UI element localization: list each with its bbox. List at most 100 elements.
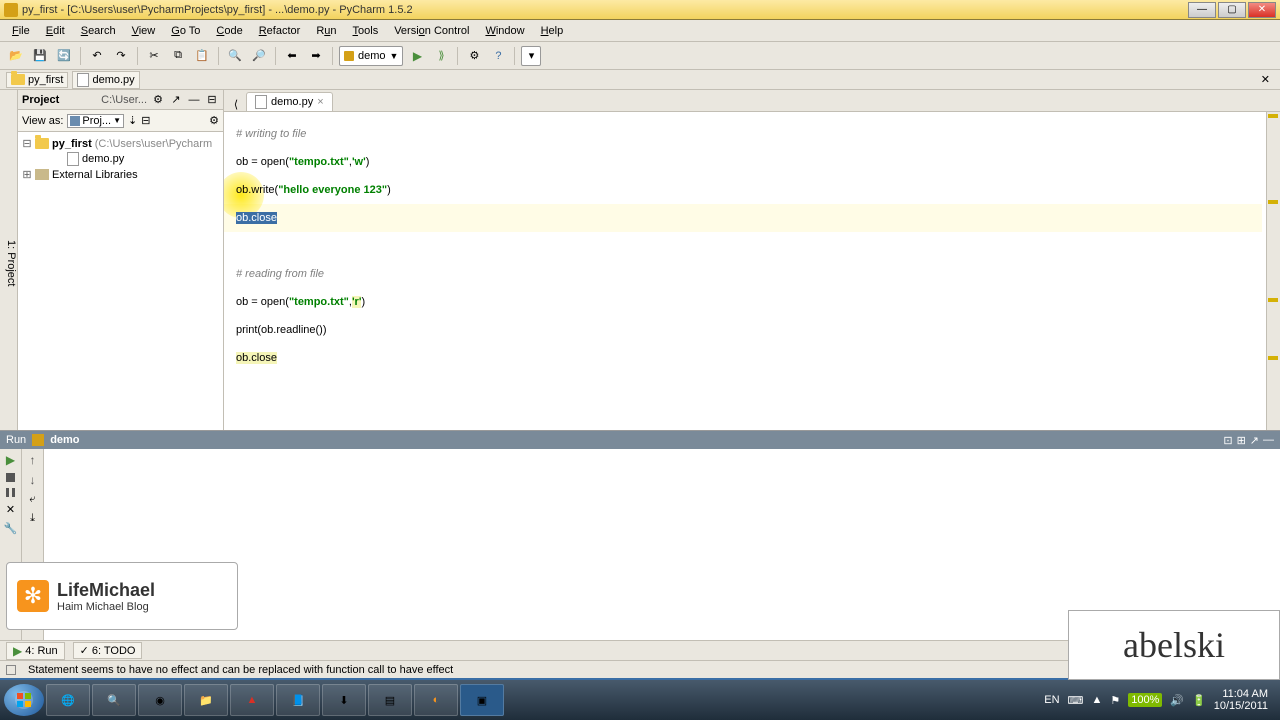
tray-chevron-up-icon[interactable]: ▲ xyxy=(1091,694,1102,706)
autoscroll-icon[interactable]: ⇣ xyxy=(128,114,137,127)
menu-window[interactable]: Window xyxy=(477,23,532,39)
menu-vcs[interactable]: Version Control xyxy=(386,23,477,39)
tray-battery-icon[interactable]: 🔋 xyxy=(1192,694,1206,707)
panel-minimize-icon[interactable]: — xyxy=(187,93,201,107)
panel-restore-icon[interactable]: ⊞ xyxy=(1237,434,1246,447)
tree-file-demo[interactable]: demo.py xyxy=(22,151,219,167)
scroll-icon[interactable]: ⤓ xyxy=(30,512,35,525)
tab-todo[interactable]: ✓ 6: TODO xyxy=(73,642,143,659)
replace-icon[interactable]: 🔎 xyxy=(249,46,269,66)
sidebar-collapsed-project[interactable]: 1: Project xyxy=(0,90,18,430)
taskbar-app-pycharm[interactable]: ◐ xyxy=(414,684,458,716)
menu-goto[interactable]: Go To xyxy=(163,23,208,39)
tree-external-libs[interactable]: ⊞ External Libraries xyxy=(22,167,219,182)
taskbar-app-recorder[interactable]: ▣ xyxy=(460,684,504,716)
panel-settings-icon[interactable]: ⚙ xyxy=(151,93,165,107)
breadcrumb-root[interactable]: py_first xyxy=(6,72,68,88)
undo-icon[interactable]: ↶ xyxy=(87,46,107,66)
breadcrumb-close-icon[interactable]: ✕ xyxy=(1257,73,1274,86)
rerun-icon[interactable]: ▶ xyxy=(6,453,15,467)
paste-icon[interactable]: 📋 xyxy=(192,46,212,66)
save-icon[interactable]: 💾 xyxy=(30,46,50,66)
breadcrumb-label: demo.py xyxy=(92,74,134,86)
tray-zoom[interactable]: 100% xyxy=(1128,693,1162,707)
tray-language[interactable]: EN xyxy=(1044,694,1059,706)
find-icon[interactable]: 🔍 xyxy=(225,46,245,66)
dropdown-icon[interactable]: ▾ xyxy=(521,46,541,66)
stop-icon[interactable] xyxy=(6,473,15,482)
panel-pin-icon[interactable]: ⊡ xyxy=(1223,434,1232,447)
menu-bar: File Edit Search View Go To Code Refacto… xyxy=(0,20,1280,42)
tray-keyboard-icon[interactable]: ⌨ xyxy=(1068,694,1084,707)
soft-wrap-icon[interactable]: ⤶ xyxy=(29,493,35,506)
tab-nav-icon[interactable]: ⟨ xyxy=(228,98,244,111)
debug-icon[interactable]: ⟫ xyxy=(431,46,451,66)
menu-code[interactable]: Code xyxy=(208,23,250,39)
code-editor[interactable]: # writing to file ob = open("tempo.txt",… xyxy=(224,112,1280,430)
taskbar-app-download[interactable]: ⬇ xyxy=(322,684,366,716)
settings-icon[interactable]: ⚙ xyxy=(464,46,484,66)
wrench-icon[interactable]: 🔧 xyxy=(4,522,18,535)
back-icon[interactable]: ⬅ xyxy=(282,46,302,66)
forward-icon[interactable]: ➡ xyxy=(306,46,326,66)
menu-search[interactable]: Search xyxy=(73,23,124,39)
status-icon[interactable] xyxy=(6,665,16,675)
breadcrumb-label: py_first xyxy=(28,74,63,86)
panel-float-icon[interactable]: ↗ xyxy=(1250,434,1259,447)
menu-help[interactable]: Help xyxy=(533,23,572,39)
pause-icon[interactable] xyxy=(6,488,15,497)
panel-collapse-icon[interactable]: ↗ xyxy=(169,93,183,107)
maximize-button[interactable]: ▢ xyxy=(1218,2,1246,18)
taskbar-app-misc1[interactable]: ▤ xyxy=(368,684,412,716)
code-comment: # writing to file xyxy=(236,128,306,140)
taskbar-app-chrome[interactable]: ◉ xyxy=(138,684,182,716)
panel-hide-icon[interactable]: — xyxy=(1263,434,1274,447)
code-comment: # reading from file xyxy=(236,268,324,280)
run-icon[interactable]: ▶ xyxy=(407,46,427,66)
menu-tools[interactable]: Tools xyxy=(345,23,387,39)
tray-sound-icon[interactable]: 🔊 xyxy=(1170,694,1184,707)
close-run-icon[interactable]: ✕ xyxy=(6,503,15,516)
taskbar-app-ie[interactable]: 🌐 xyxy=(46,684,90,716)
breadcrumb-file[interactable]: demo.py xyxy=(72,71,139,89)
down-icon[interactable]: ↓ xyxy=(30,473,36,487)
taskbar-app-acrobat[interactable]: ▲ xyxy=(230,684,274,716)
panel-hide-icon[interactable]: ⊟ xyxy=(205,93,219,107)
project-panel-header: Project C:\User... ⚙ ↗ — ⊟ xyxy=(18,90,223,110)
taskbar-app-word[interactable]: 📘 xyxy=(276,684,320,716)
copy-icon[interactable]: ⧉ xyxy=(168,46,188,66)
editor-tab-demo[interactable]: demo.py × xyxy=(246,92,333,111)
redo-icon[interactable]: ↷ xyxy=(111,46,131,66)
taskbar-app-magnifier[interactable]: 🔍 xyxy=(92,684,136,716)
cut-icon[interactable]: ✂ xyxy=(144,46,164,66)
tab-run[interactable]: ▶ 4: Run xyxy=(6,642,65,660)
close-button[interactable]: ✕ xyxy=(1248,2,1276,18)
menu-refactor[interactable]: Refactor xyxy=(251,23,309,39)
menu-view[interactable]: View xyxy=(124,23,164,39)
up-icon[interactable]: ↑ xyxy=(30,453,36,467)
main-toolbar: 📂 💾 🔄 ↶ ↷ ✂ ⧉ 📋 🔍 🔎 ⬅ ➡ demo ▼ ▶ ⟫ ⚙ ? ▾ xyxy=(0,42,1280,70)
taskbar-app-explorer[interactable]: 📁 xyxy=(184,684,228,716)
panel-gear-icon[interactable]: ⚙ xyxy=(209,114,219,127)
tray-clock[interactable]: 11:04 AM 10/15/2011 xyxy=(1214,688,1268,712)
run-panel-title: Run xyxy=(6,434,26,446)
menu-file[interactable]: File xyxy=(4,23,38,39)
view-as-combo[interactable]: Proj... ▼ xyxy=(67,114,124,128)
menu-edit[interactable]: Edit xyxy=(38,23,73,39)
tree-root[interactable]: ⊟ py_first (C:\Users\user\Pycharm xyxy=(22,136,219,151)
start-button[interactable] xyxy=(4,684,44,716)
editor-gutter-right[interactable] xyxy=(1266,112,1280,430)
minimize-button[interactable]: — xyxy=(1188,2,1216,18)
help-icon[interactable]: ? xyxy=(488,46,508,66)
menu-run[interactable]: Run xyxy=(308,23,344,39)
tray-flag-icon[interactable]: ⚑ xyxy=(1110,694,1120,707)
tab-close-icon[interactable]: × xyxy=(317,96,323,108)
window-title: py_first - [C:\Users\user\PycharmProject… xyxy=(22,4,1188,16)
run-config-combo[interactable]: demo ▼ xyxy=(339,46,403,66)
open-icon[interactable]: 📂 xyxy=(6,46,26,66)
collapse-all-icon[interactable]: ⊟ xyxy=(141,114,150,127)
python-file-icon xyxy=(255,95,267,109)
tree-ext-label: External Libraries xyxy=(52,169,138,181)
sync-icon[interactable]: 🔄 xyxy=(54,46,74,66)
tray-time: 11:04 AM xyxy=(1214,688,1268,700)
